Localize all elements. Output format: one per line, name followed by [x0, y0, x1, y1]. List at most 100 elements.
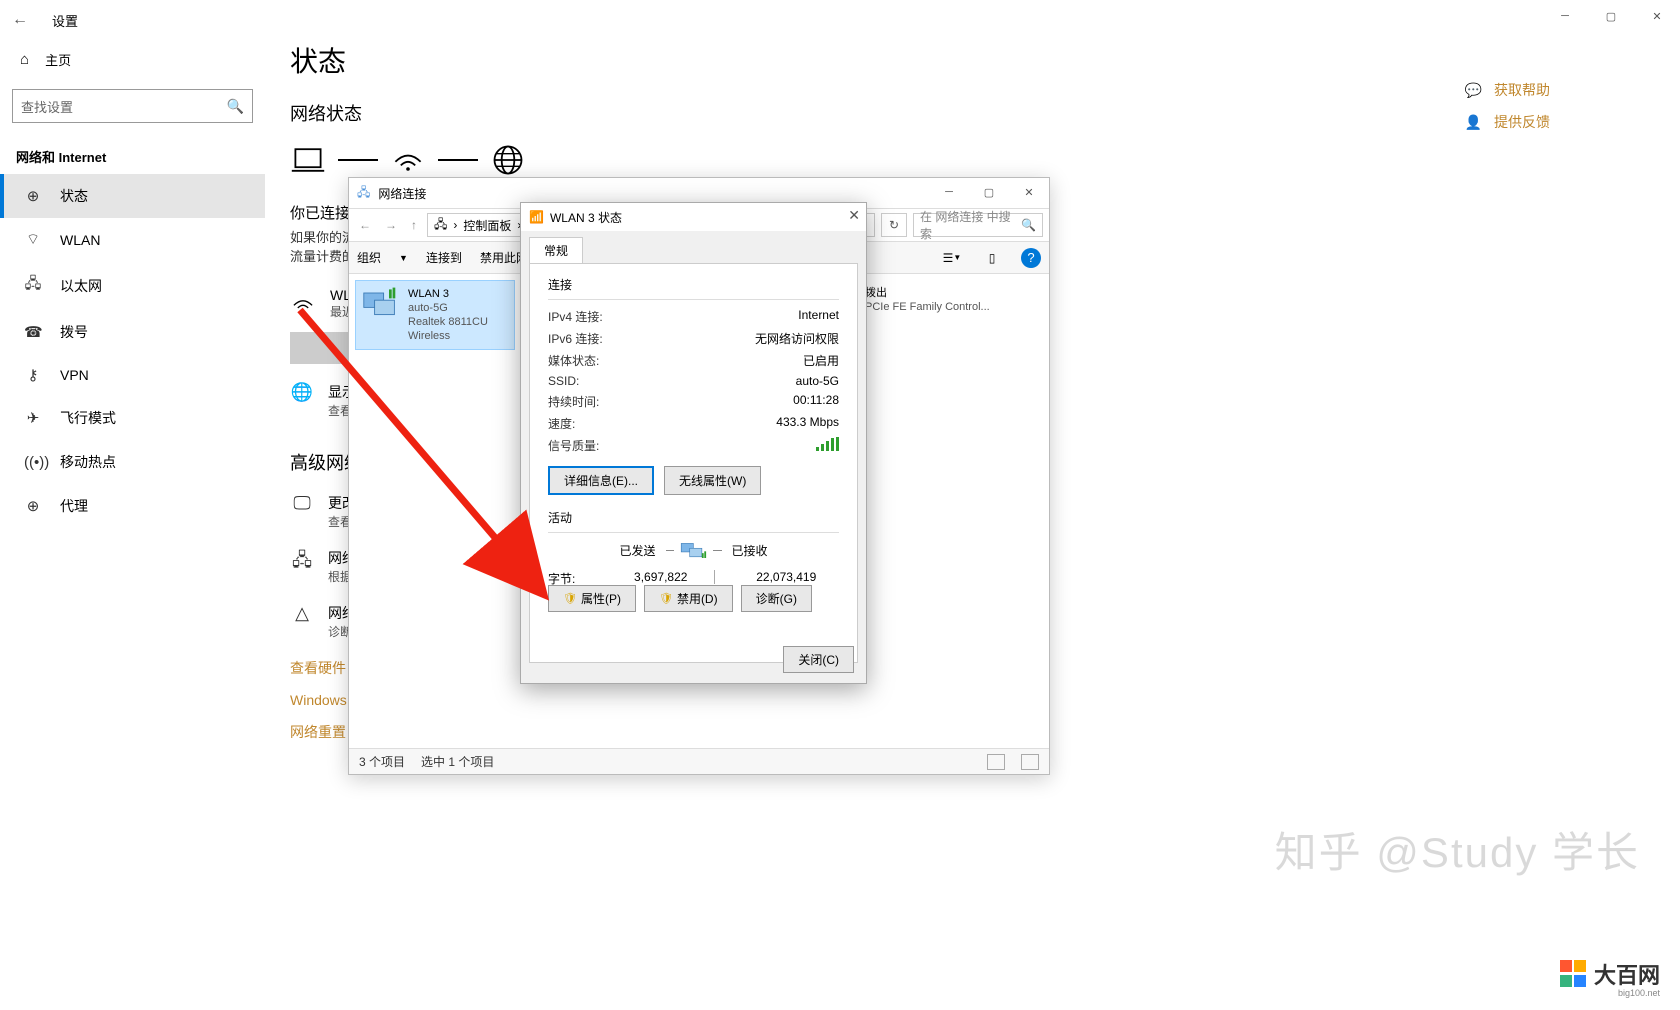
nav-icon: ((•)) [24, 454, 42, 471]
preview-pane-button[interactable]: ▯ [981, 247, 1003, 269]
adapter-ethernet[interactable]: 拨出 PCIe FE Family Control... [859, 280, 1019, 320]
get-help-link[interactable]: 💬 获取帮助 [1465, 80, 1550, 100]
brand-logo-icon [1560, 960, 1588, 988]
watermark-text: 知乎 @Study 学长 [1275, 819, 1640, 880]
globe-icon [490, 142, 526, 178]
group-activity: 活动 [548, 509, 839, 526]
nav-icon: ⊕ [24, 187, 42, 205]
wifi-icon [390, 142, 426, 178]
disable-button[interactable]: 🛡禁用(D) [644, 585, 733, 612]
nav-label: 拨号 [60, 322, 88, 342]
nav-icon: 🖧 [24, 273, 42, 298]
nav-label: 状态 [60, 186, 88, 206]
wlan-action-button[interactable] [290, 332, 350, 364]
adapter2-driver: PCIe FE Family Control... [865, 300, 990, 314]
breadcrumb-root[interactable]: 控制面板 [463, 217, 511, 234]
tb-organize[interactable]: 组织 [357, 249, 381, 266]
nc-close-button[interactable]: ✕ [1009, 178, 1049, 206]
adapter-wlan3[interactable]: WLAN 3 auto-5G Realtek 8811CU Wireless [355, 280, 515, 350]
details-button[interactable]: 详细信息(E)... [548, 466, 654, 495]
wlan-titlebar[interactable]: 📶 WLAN 3 状态 ✕ [521, 203, 866, 231]
tab-general[interactable]: 常规 [529, 237, 583, 263]
sidebar-item-5[interactable]: ✈飞行模式 [0, 396, 265, 440]
nav-label: VPN [60, 367, 89, 383]
app-title: 设置 [52, 11, 78, 30]
wireless-properties-button[interactable]: 无线属性(W) [664, 466, 761, 495]
adapter-name: WLAN 3 [408, 287, 508, 301]
nav-label: 以太网 [60, 276, 102, 296]
watermark-brand: 大百网 big100.net [1560, 958, 1660, 990]
sidebar-item-4[interactable]: ⚷ VPN [0, 354, 265, 396]
diagnose-button[interactable]: 诊断(G) [741, 585, 812, 612]
nc-app-icon: 🖧 [357, 183, 370, 204]
nav-label: 飞行模式 [60, 408, 116, 428]
nc-title-text: 网络连接 [378, 185, 426, 202]
ipv6-label: IPv6 连接: [548, 330, 603, 347]
signal-label: 信号质量: [548, 437, 599, 454]
troubleshoot-icon: △ [290, 603, 314, 624]
view-mode-button[interactable]: ☰▼ [941, 247, 963, 269]
search-input[interactable]: 查找设置 🔍 [12, 89, 253, 123]
get-help-label: 获取帮助 [1494, 80, 1550, 100]
sidebar-item-7[interactable]: ⊕代理 [0, 484, 265, 528]
nav-forward-button[interactable]: → [381, 218, 401, 232]
search-icon: 🔍 [227, 98, 244, 115]
nav-label: 移动热点 [60, 452, 116, 472]
sidebar-home[interactable]: ⌂ 主页 [0, 40, 265, 79]
speed-label: 速度: [548, 415, 575, 432]
feedback-label: 提供反馈 [1494, 112, 1550, 132]
nc-maximize-button[interactable]: ▢ [969, 178, 1009, 206]
maximize-button[interactable]: ▢ [1588, 0, 1634, 32]
globe-small-icon: 🌐 [290, 382, 314, 403]
view-icons-button[interactable] [1021, 754, 1039, 770]
close-button[interactable]: ✕ [1634, 0, 1680, 32]
help-panel: 💬 获取帮助 👤 提供反馈 [1465, 80, 1550, 132]
home-icon: ⌂ [20, 51, 29, 68]
nc-search-icon: 🔍 [1021, 218, 1036, 232]
tb-connect-to[interactable]: 连接到 [426, 249, 462, 266]
nc-minimize-button[interactable]: ─ [929, 178, 969, 206]
brand-name: 大百网 [1594, 958, 1660, 990]
view-details-button[interactable] [987, 754, 1005, 770]
network-diagram [290, 142, 1680, 178]
feedback-link[interactable]: 👤 提供反馈 [1465, 112, 1550, 132]
nav-back-button[interactable]: ← [355, 218, 375, 232]
home-label: 主页 [45, 50, 71, 69]
wlan-close-button[interactable]: ✕ [848, 207, 860, 224]
properties-button[interactable]: 🛡属性(P) [548, 585, 636, 612]
help-icon: 💬 [1465, 82, 1482, 99]
wifi-small-icon [290, 291, 316, 317]
nc-search-placeholder: 在 网络连接 中搜索 [920, 208, 1021, 242]
ssid-value: auto-5G [796, 374, 839, 388]
sidebar-item-3[interactable]: ☎拨号 [0, 310, 265, 354]
adapter-icon: 🖵 [290, 493, 314, 514]
nav-icon: ⌔ [24, 230, 42, 249]
adapter-driver: Realtek 8811CU Wireless [408, 315, 508, 343]
laptop-icon [290, 142, 326, 178]
back-button[interactable]: ← [12, 11, 28, 29]
nav-up-button[interactable]: ↑ [407, 218, 421, 232]
sidebar-item-0[interactable]: ⊕ 状态 [0, 174, 265, 218]
sent-label: 已发送 [548, 542, 656, 559]
nav-label: 代理 [60, 496, 88, 516]
sidebar: ⌂ 主页 查找设置 🔍 网络和 Internet ⊕状态⌔WLAN🖧以太网☎拨号… [0, 40, 265, 528]
nav-icon: ⚷ [24, 366, 42, 384]
sidebar-item-1[interactable]: ⌔WLAN [0, 218, 265, 261]
ipv6-value: 无网络访问权限 [755, 330, 839, 347]
dialog-close-button[interactable]: 关闭(C) [783, 646, 854, 673]
speed-value: 433.3 Mbps [776, 415, 839, 432]
adapter2-name: 拨出 [865, 286, 990, 300]
sidebar-item-2[interactable]: 🖧 以太网 [0, 261, 265, 310]
shield-icon: 🛡 [563, 592, 577, 605]
status-selected-count: 选中 1 个项目 [421, 753, 494, 770]
ipv4-label: IPv4 连接: [548, 308, 603, 325]
minimize-button[interactable]: ─ [1542, 0, 1588, 32]
page-title: 状态 [290, 40, 1680, 80]
duration-value: 00:11:28 [793, 393, 839, 410]
nc-help-button[interactable]: ? [1021, 248, 1041, 268]
wlan-signal-icon: 📶 [529, 210, 544, 224]
sidebar-item-6[interactable]: ((•)) 移动热点 [0, 440, 265, 484]
refresh-button[interactable]: ↻ [881, 213, 907, 237]
nc-search-input[interactable]: 在 网络连接 中搜索 🔍 [913, 213, 1043, 237]
sharing-icon: 🖧 [290, 548, 314, 578]
